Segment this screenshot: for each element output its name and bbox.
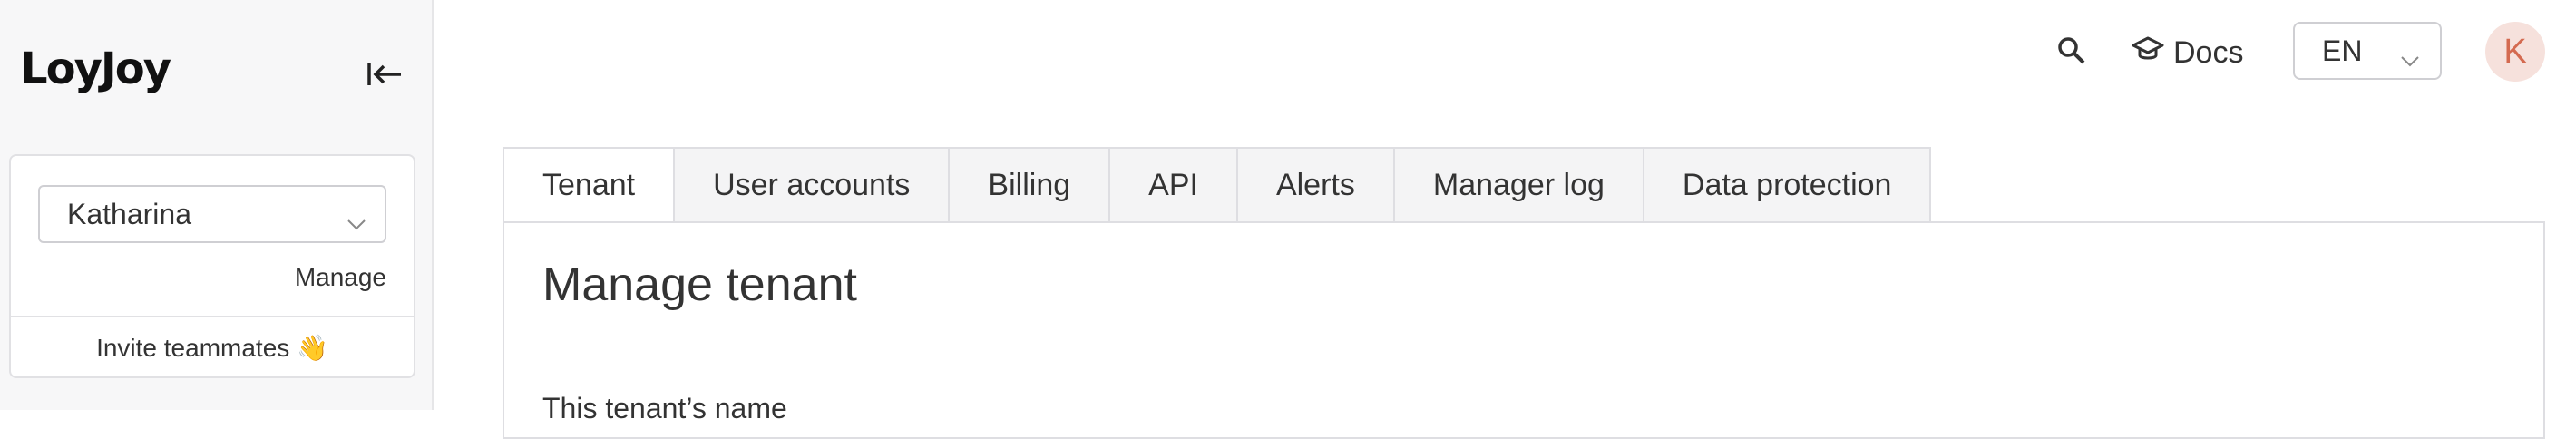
language-value: EN	[2322, 34, 2363, 67]
docs-label: Docs	[2173, 34, 2244, 70]
tab-tenant[interactable]: Tenant	[503, 147, 676, 223]
invite-teammates-button[interactable]: Invite teammates 👋	[11, 316, 414, 378]
team-select-value: Katharina	[67, 197, 191, 230]
page-title: Manage tenant	[542, 259, 857, 311]
user-avatar[interactable]: K	[2485, 22, 2545, 82]
search-button[interactable]	[2052, 33, 2092, 73]
loyjoy-logo[interactable]: LoyJoy	[20, 44, 171, 94]
language-select[interactable]: EN	[2293, 22, 2442, 80]
tenant-panel: Manage tenant This tenant’s name	[503, 221, 2545, 439]
tab-manager-log[interactable]: Manager log	[1394, 147, 1644, 223]
sidebar: LoyJoy Katharina Manage Invite teammates…	[0, 0, 434, 410]
tab-alerts[interactable]: Alerts	[1237, 147, 1395, 223]
team-card: Katharina Manage Invite teammates 👋	[9, 154, 415, 378]
sidebar-collapse-icon	[366, 60, 403, 93]
tab-billing[interactable]: Billing	[950, 147, 1111, 223]
tenant-name-label: This tenant’s name	[542, 392, 787, 424]
team-select[interactable]: Katharina	[38, 185, 386, 243]
sidebar-collapse-button[interactable]	[363, 58, 406, 94]
search-icon	[2056, 35, 2087, 71]
tab-data-protection[interactable]: Data protection	[1644, 147, 1932, 223]
docs-link[interactable]: Docs	[2132, 29, 2243, 76]
tab-user-accounts[interactable]: User accounts	[675, 147, 951, 223]
graduation-cap-icon	[2132, 34, 2164, 72]
tab-api[interactable]: API	[1110, 147, 1238, 223]
chevron-down-icon	[346, 205, 366, 239]
tab-bar: Tenant User accounts Billing API Alerts …	[503, 147, 1932, 223]
chevron-down-icon	[2400, 42, 2420, 75]
manage-link[interactable]: Manage	[295, 263, 386, 292]
